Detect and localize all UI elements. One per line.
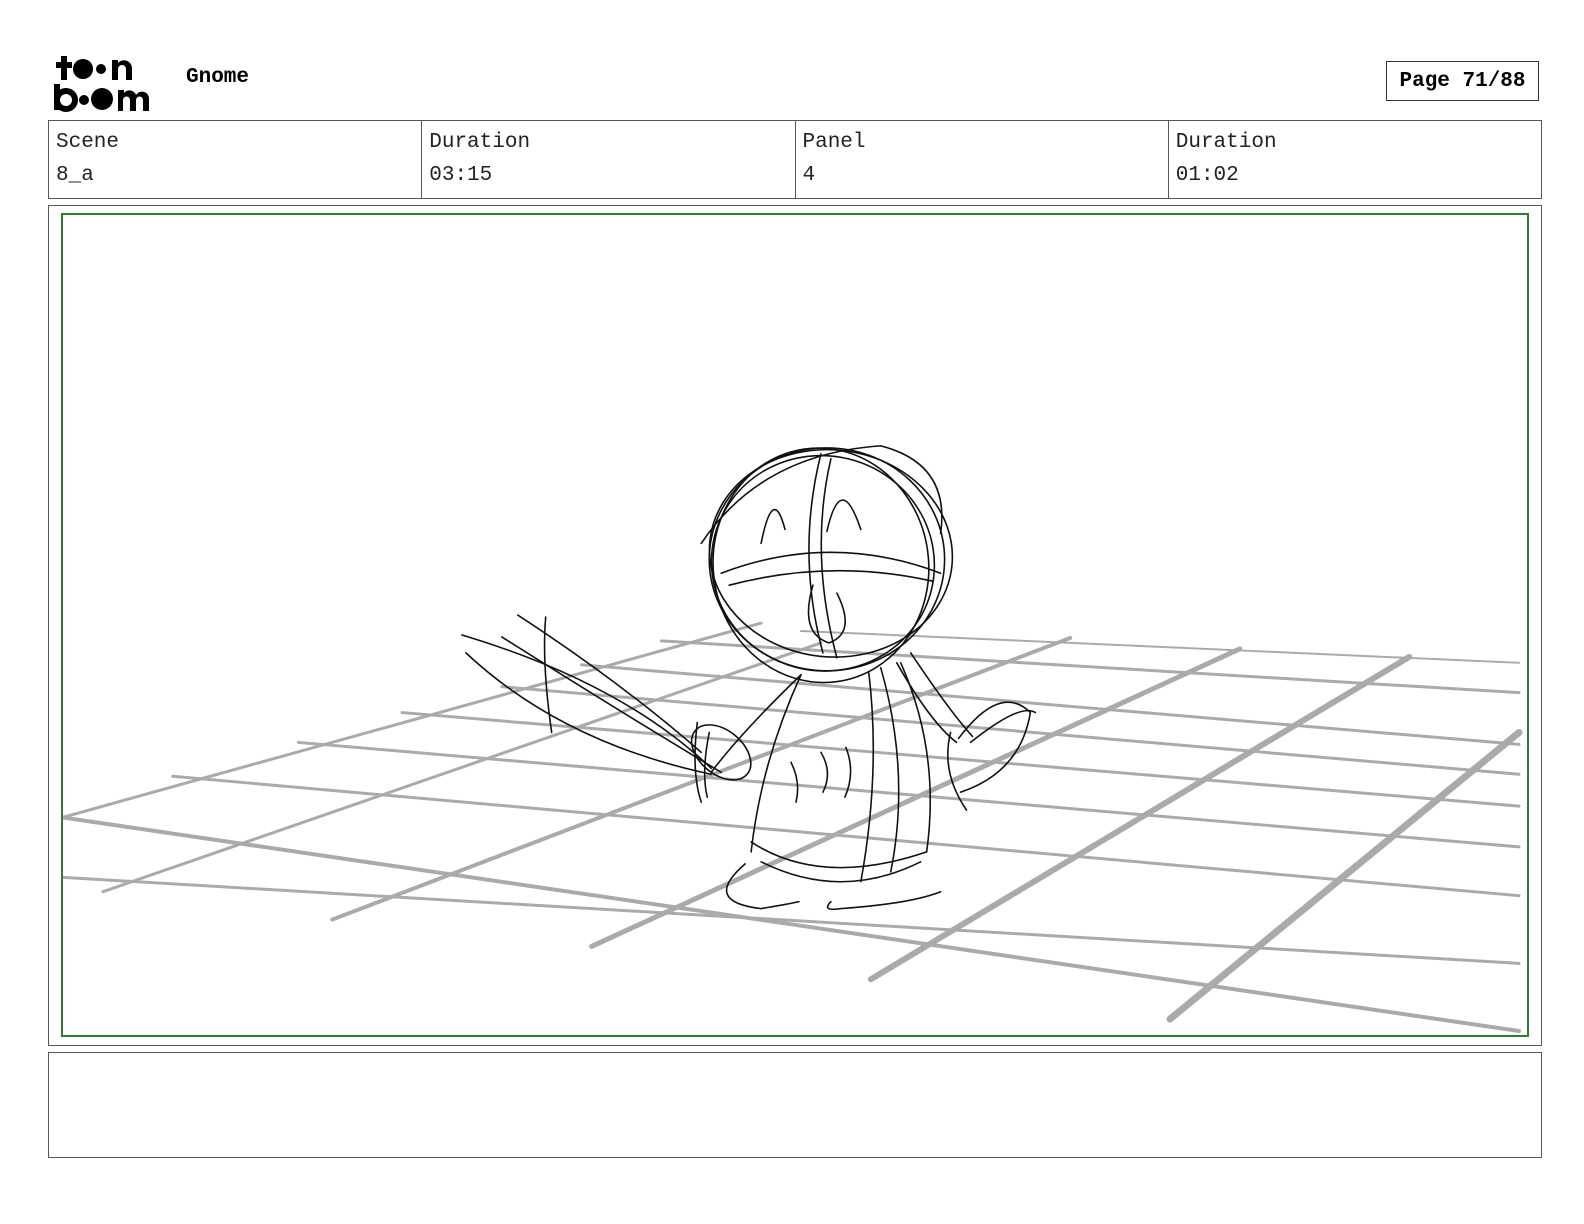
page-indicator: Page 71/88 — [1386, 61, 1539, 101]
panel-cell: Panel 4 — [796, 121, 1169, 198]
panel-duration-cell: Duration 01:02 — [1169, 121, 1541, 198]
panel-duration-label: Duration — [1175, 131, 1277, 154]
storyboard-panel — [48, 205, 1542, 1046]
panel-notes — [48, 1052, 1542, 1158]
scene-duration-cell: Duration 03:15 — [422, 121, 796, 198]
project-title: Gnome — [186, 66, 250, 89]
scene-label: Scene — [56, 131, 120, 154]
toon-boom-logo — [54, 56, 150, 112]
panel-label: Panel — [802, 131, 866, 154]
scene-cell: Scene 8_a — [49, 121, 423, 198]
camera-safe-frame — [61, 213, 1529, 1037]
panel-duration-value: 01:02 — [1175, 164, 1239, 187]
panel-value: 4 — [802, 164, 816, 187]
panel-sketch — [63, 445, 1523, 1034]
scene-value: 8_a — [56, 164, 94, 187]
scene-duration-label: Duration — [429, 131, 531, 154]
scene-duration-value: 03:15 — [429, 164, 493, 187]
scene-info-table: Scene 8_a Duration 03:15 Panel 4 Duratio… — [48, 120, 1542, 199]
